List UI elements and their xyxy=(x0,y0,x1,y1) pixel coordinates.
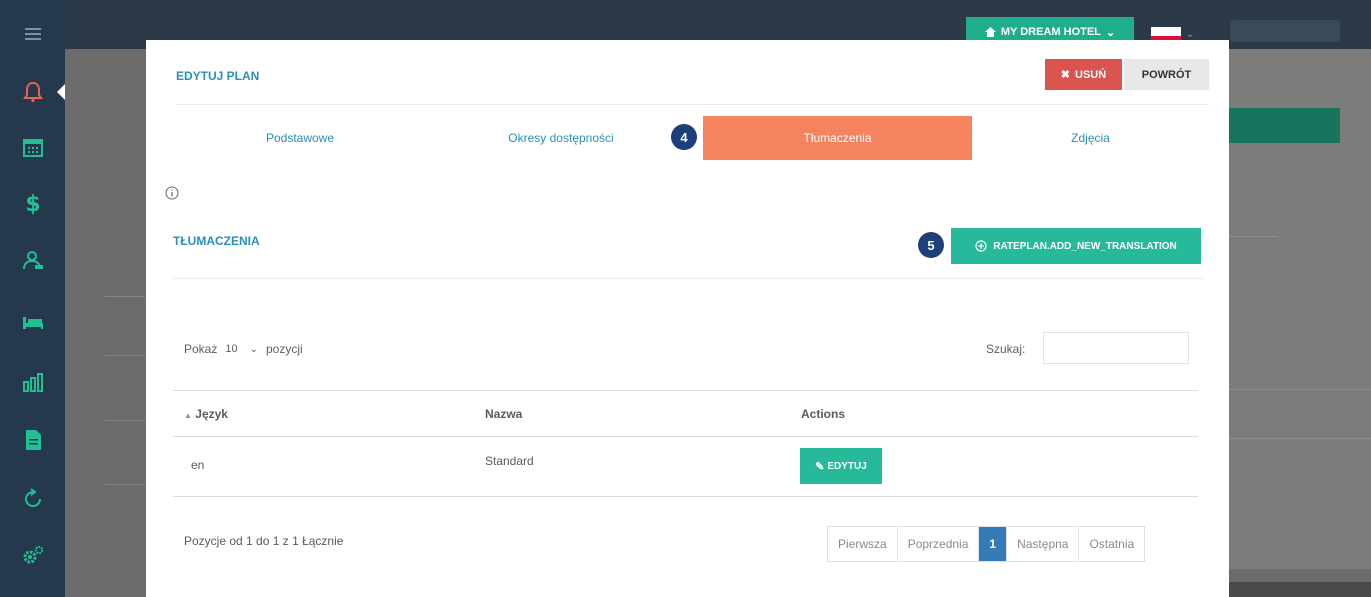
background-divider xyxy=(105,296,145,297)
page-length-select[interactable]: 10 ⌄ xyxy=(225,343,258,355)
background-divider xyxy=(105,484,145,485)
column-header-name[interactable]: Nazwa xyxy=(485,407,522,421)
dollar-icon[interactable]: $ xyxy=(0,183,65,223)
menu-icon[interactable] xyxy=(0,14,65,54)
pagination: Pierwsza Poprzednia 1 Następna Ostatnia xyxy=(827,526,1146,562)
tab-zdjecia[interactable]: Zdjęcia xyxy=(972,116,1209,160)
gears-icon[interactable] xyxy=(0,535,65,575)
step-badge-5: 5 xyxy=(918,232,944,258)
back-button[interactable]: POWRÓT xyxy=(1124,59,1209,90)
tab-podstawowe[interactable]: Podstawowe xyxy=(176,116,424,160)
delete-button[interactable]: ✖ USUŃ xyxy=(1045,59,1122,90)
table-header-border xyxy=(173,436,1198,437)
cell-language: en xyxy=(191,458,205,472)
step-badge-4: 4 xyxy=(671,124,697,150)
close-icon: ✖ xyxy=(1060,69,1071,81)
background-divider xyxy=(1228,438,1371,439)
page-next[interactable]: Następna xyxy=(1007,527,1080,561)
add-translation-label: RATEPLAN.ADD_NEW_TRANSLATION xyxy=(993,240,1177,252)
svg-text:$: $ xyxy=(25,192,40,215)
edit-label: EDYTUJ xyxy=(827,460,867,472)
tab-tlumaczenia[interactable]: Tłumaczenia xyxy=(703,116,972,160)
sort-asc-icon: ▲ xyxy=(184,411,192,420)
chart-icon[interactable] xyxy=(0,362,65,402)
calendar-icon[interactable] xyxy=(0,127,65,167)
background-divider xyxy=(105,420,145,421)
column-header-language-label: Język xyxy=(195,407,228,421)
background-divider xyxy=(105,355,145,356)
home-icon xyxy=(984,27,996,37)
section-title: TŁUMACZENIA xyxy=(173,234,260,248)
background-divider xyxy=(1228,389,1371,390)
refresh-icon[interactable] xyxy=(0,479,65,519)
document-icon[interactable] xyxy=(0,420,65,460)
info-icon[interactable] xyxy=(165,185,179,204)
table-info: Pozycje od 1 do 1 z 1 Łącznie xyxy=(184,534,344,548)
hotel-name: MY DREAM HOTEL xyxy=(1000,26,1101,38)
page-last[interactable]: Ostatnia xyxy=(1079,527,1144,561)
background-divider xyxy=(1228,236,1278,237)
page-length-control: Pokaż 10 ⌄ pozycji xyxy=(184,342,303,356)
header-divider xyxy=(176,104,1209,105)
table-bottom-border xyxy=(173,496,1198,497)
bell-icon[interactable] xyxy=(0,72,65,112)
sidebar: $ xyxy=(0,0,66,597)
edit-button[interactable]: ✎ EDYTUJ xyxy=(800,448,882,484)
section-divider xyxy=(173,278,1203,279)
column-header-language[interactable]: ▲ Język xyxy=(184,407,228,421)
language-chevron-icon[interactable]: ⌄ xyxy=(1186,29,1194,40)
plus-circle-icon xyxy=(975,240,987,252)
user-icon[interactable] xyxy=(0,240,65,280)
search-input[interactable] xyxy=(1043,332,1189,364)
show-suffix: pozycji xyxy=(266,342,303,356)
page-first[interactable]: Pierwsza xyxy=(828,527,898,561)
table-top-border xyxy=(173,390,1198,391)
edit-plan-modal: EDYTUJ PLAN ✖ USUŃ POWRÓT Podstawowe Okr… xyxy=(146,40,1229,597)
background-add-button xyxy=(1226,108,1340,143)
show-prefix: Pokaż xyxy=(184,342,218,356)
page-previous[interactable]: Poprzednia xyxy=(898,527,980,561)
tab-okresy-dostepnosci[interactable]: Okresy dostępności xyxy=(446,116,676,160)
search-label: Szukaj: xyxy=(986,342,1026,356)
delete-label: USUŃ xyxy=(1075,68,1107,81)
chevron-down-icon: ⌄ xyxy=(249,343,258,355)
bed-icon[interactable] xyxy=(0,301,65,341)
add-translation-button[interactable]: RATEPLAN.ADD_NEW_TRANSLATION xyxy=(951,228,1201,264)
page-length-value: 10 xyxy=(225,343,238,355)
modal-title: EDYTUJ PLAN xyxy=(176,69,260,83)
chevron-down-icon: ⌄ xyxy=(1105,26,1116,39)
edit-icon: ✎ xyxy=(815,460,825,473)
page-current[interactable]: 1 xyxy=(979,527,1008,561)
column-header-actions: Actions xyxy=(801,407,846,421)
cell-name: Standard xyxy=(485,454,534,468)
user-menu[interactable] xyxy=(1230,20,1340,42)
